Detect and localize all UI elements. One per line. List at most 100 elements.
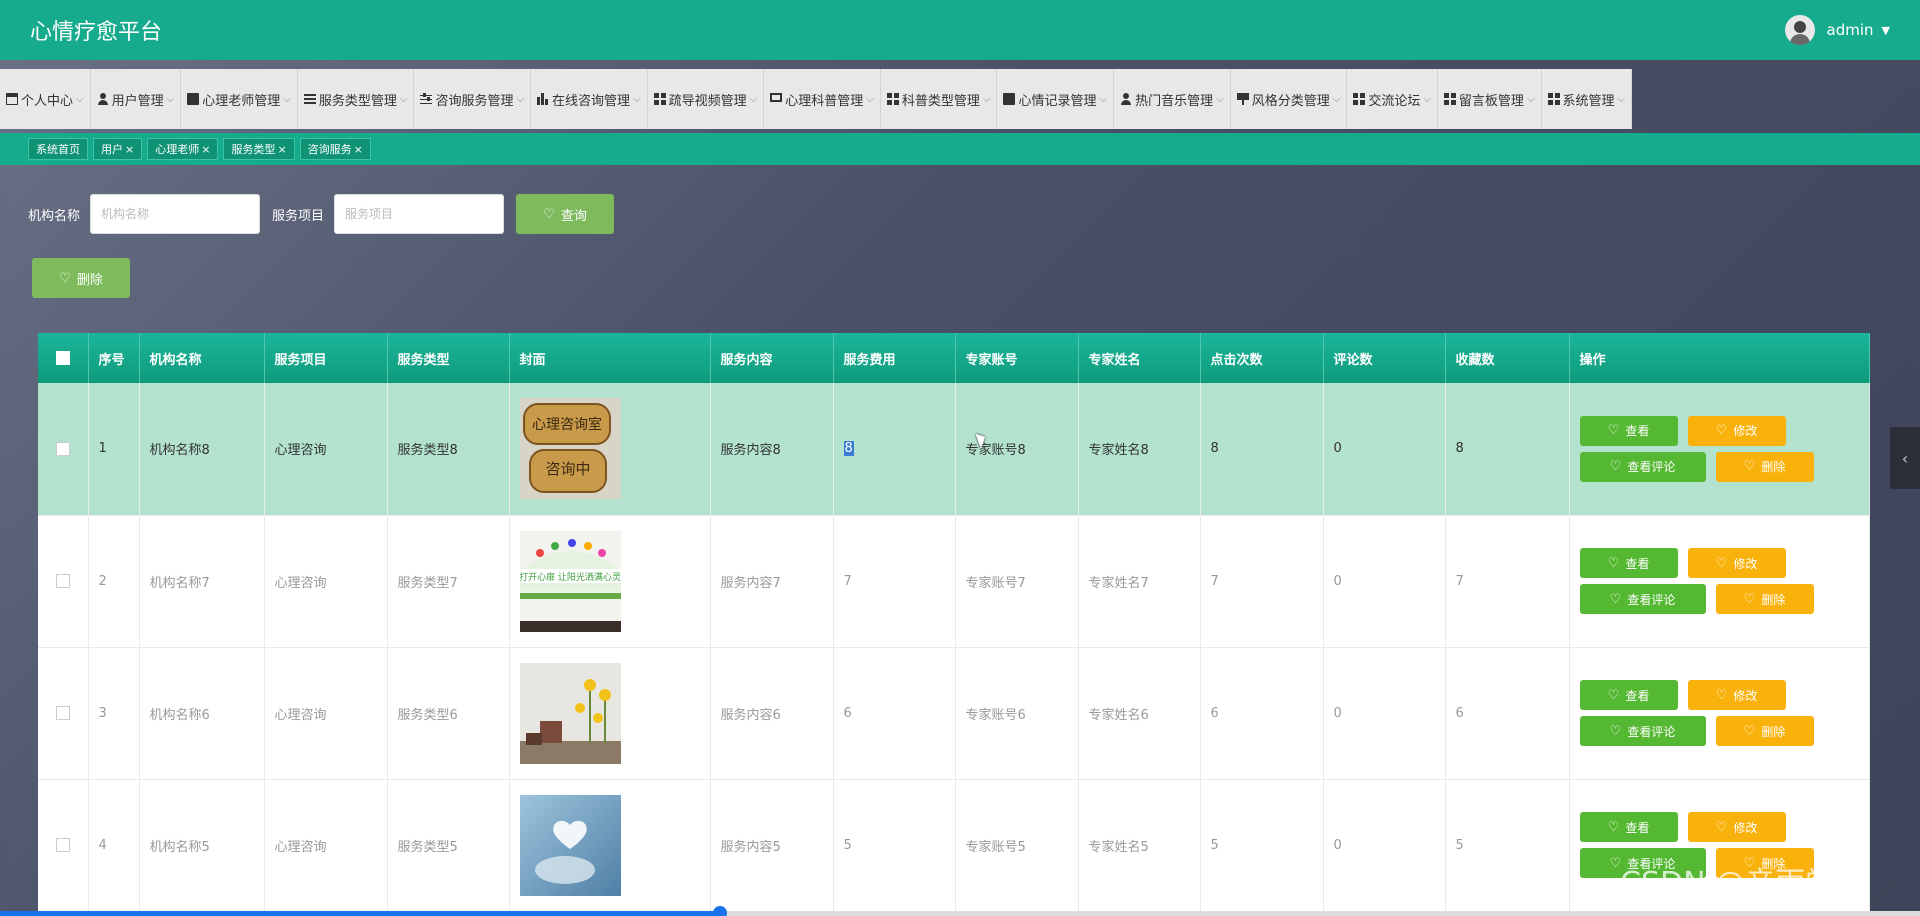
cell-favs: 8 <box>1445 383 1570 516</box>
edit-button[interactable]: ♡ 修改 <box>1687 415 1786 446</box>
nav-item-8[interactable]: 科普类型管理 ⌵ <box>880 69 998 129</box>
row-checkbox[interactable] <box>55 441 70 456</box>
table-row[interactable]: 1 机构名称8 心理咨询 服务类型8 心理咨询室 咨询中 服务内容8 8 专家账号8 专家姓名8 8… <box>38 383 1870 516</box>
column-header: 评论数 <box>1323 333 1446 383</box>
svg-text:咨询中: 咨询中 <box>545 460 590 478</box>
list-icon <box>303 93 316 105</box>
nav-item-6[interactable]: 疏导视频管理 ⌵ <box>647 69 765 129</box>
view-button[interactable]: ♡ 查看 <box>1579 680 1678 710</box>
svg-text:心理咨询室: 心理咨询室 <box>532 416 602 433</box>
row-select-cell[interactable] <box>38 383 89 516</box>
select-all-cell[interactable] <box>38 333 89 383</box>
view-comments-button[interactable]: ♡ 查看评论 <box>1579 451 1706 482</box>
nav-item-14[interactable]: 系统管理 ⌵ <box>1541 69 1633 129</box>
column-header: 序号 <box>88 333 140 383</box>
video-progress-knob[interactable] <box>713 906 727 916</box>
user-menu[interactable]: admin ▼ <box>1784 15 1890 45</box>
nav-item-1[interactable]: 用户管理 ⌵ <box>90 69 182 129</box>
nav-item-2[interactable]: 心理老师管理 ⌵ <box>181 69 298 129</box>
nav-item-label: 用户管理 <box>111 93 164 109</box>
view-button[interactable]: ♡ 查看 <box>1579 415 1678 446</box>
row-checkbox[interactable] <box>55 574 70 588</box>
cell-clicks-text: 6 <box>1210 705 1219 721</box>
nav-item-0[interactable]: 个人中心 ⌵ <box>0 69 91 129</box>
chevron-left-icon: ‹ <box>1901 448 1909 468</box>
org-name-input[interactable] <box>90 194 261 234</box>
row-checkbox[interactable] <box>55 838 70 852</box>
row-select-cell[interactable] <box>38 647 89 780</box>
nav-item-9[interactable]: 心情记录管理 ⌵ <box>997 69 1115 129</box>
cell-item: 心理咨询 <box>264 779 388 912</box>
actions-cell: ♡ 查看 ♡ 修改 ♡ 查看评论 ♡ 删除 <box>1569 647 1870 780</box>
delete-button[interactable]: ♡ 删除 <box>1715 584 1814 614</box>
sidebar-toggle[interactable]: ‹ <box>1890 427 1920 489</box>
close-icon[interactable]: × <box>125 143 134 156</box>
edit-button[interactable]: ♡ 修改 <box>1687 548 1786 578</box>
heart-icon: ♡ <box>1607 555 1620 571</box>
nav-item-7[interactable]: 心理科普管理 ⌵ <box>764 69 881 129</box>
tab-tag-4[interactable]: 咨询服务 × <box>299 138 371 160</box>
cell-account-text: 专家账号6 <box>965 707 1026 723</box>
heart-icon: ♡ <box>1743 723 1756 739</box>
tab-tag-0[interactable]: 系统首页 <box>28 138 88 160</box>
query-button[interactable]: ♡ 查询 <box>516 194 615 234</box>
table-row[interactable]: 4 机构名称5 心理咨询 服务类型5 服务内容5 5 专家账号5 专家姓名5 5 0 5 ♡ 查看 ♡… <box>38 779 1870 912</box>
view-button[interactable]: ♡ 查看 <box>1579 548 1678 578</box>
row-select-cell[interactable] <box>38 515 89 648</box>
cell-type: 服务类型5 <box>387 779 510 912</box>
table-row[interactable]: 3 机构名称6 心理咨询 服务类型6 服务内容6 6 专家账号6 专家姓名6 6 0 6 ♡ 查看 ♡… <box>38 647 1870 780</box>
table-row[interactable]: 2 机构名称7 心理咨询 服务类型7 打开心扉 让阳光洒满心灵 服务内容7 7 专家账号7 专家… <box>38 515 1870 648</box>
batch-delete-button[interactable]: ♡ 删除 <box>32 258 130 298</box>
nav-item-5[interactable]: 在线咨询管理 ⌵ <box>531 69 648 129</box>
cell-type-text: 服务类型6 <box>397 707 458 723</box>
delete-button[interactable]: ♡ 删除 <box>1715 716 1814 746</box>
tab-tag-1[interactable]: 用户 × <box>93 138 143 160</box>
service-item-input[interactable] <box>334 194 505 234</box>
view-comments-button[interactable]: ♡ 查看评论 <box>1579 716 1706 746</box>
select-all-checkbox[interactable] <box>55 351 70 365</box>
actions-cell: ♡ 查看 ♡ 修改 ♡ 查看评论 ♡ 删除 <box>1569 515 1870 648</box>
heart-icon: ♡ <box>1715 687 1728 703</box>
tab-tag-2[interactable]: 心理老师 × <box>147 138 219 160</box>
view-comments-button[interactable]: ♡ 查看评论 <box>1579 584 1706 614</box>
nav-item-11[interactable]: 风格分类管理 ⌵ <box>1230 69 1348 129</box>
cell-no: 2 <box>88 515 140 648</box>
cell-favs-text: 7 <box>1455 573 1464 589</box>
view-comments-label: 查看评论 <box>1627 592 1676 607</box>
nav-item-label: 在线咨询管理 <box>552 93 631 109</box>
nav-item-4[interactable]: 咨询服务管理 ⌵ <box>414 69 532 129</box>
nav-item-13[interactable]: 留言板管理 ⌵ <box>1437 69 1542 129</box>
close-icon[interactable]: × <box>277 143 286 156</box>
cell-clicks-text: 8 <box>1210 441 1219 457</box>
delete-label: 删除 <box>1761 460 1786 475</box>
close-icon[interactable]: × <box>354 143 363 156</box>
nav-item-12[interactable]: 交流论坛 ⌵ <box>1347 69 1438 129</box>
tags-bar: 系统首页 用户 × 心理老师 × 服务类型 × 咨询服务 × <box>0 133 1920 165</box>
cover-cell: 心理咨询室 咨询中 <box>509 383 711 516</box>
edit-label: 修改 <box>1733 424 1758 439</box>
cell-no-text: 2 <box>98 573 107 589</box>
view-label: 查看 <box>1625 820 1650 835</box>
tag-label: 服务类型 <box>231 143 276 156</box>
cell-clicks-text: 7 <box>1210 573 1219 589</box>
cell-expert: 专家姓名6 <box>1078 647 1201 780</box>
video-progress-fill <box>0 911 720 916</box>
clipboard-icon <box>1003 93 1016 105</box>
cell-no: 3 <box>88 647 140 780</box>
delete-button[interactable]: ♡ 删除 <box>1715 451 1814 482</box>
edit-button[interactable]: ♡ 修改 <box>1687 812 1786 842</box>
view-button[interactable]: ♡ 查看 <box>1579 812 1678 842</box>
monitor-icon <box>770 93 783 102</box>
row-checkbox[interactable] <box>55 706 70 720</box>
cell-favs-text: 8 <box>1455 441 1464 457</box>
nav-item-3[interactable]: 服务类型管理 ⌵ <box>297 69 415 129</box>
tab-tag-3[interactable]: 服务类型 × <box>223 138 295 160</box>
nav-item-10[interactable]: 热门音乐管理 ⌵ <box>1114 69 1231 129</box>
cell-expert-text: 专家姓名8 <box>1088 443 1149 459</box>
row-select-cell[interactable] <box>38 779 89 912</box>
cell-type: 服务类型6 <box>387 647 510 780</box>
edit-button[interactable]: ♡ 修改 <box>1687 680 1786 710</box>
tag-label: 用户 <box>101 143 123 156</box>
edit-label: 修改 <box>1733 556 1758 571</box>
close-icon[interactable]: × <box>201 143 210 156</box>
